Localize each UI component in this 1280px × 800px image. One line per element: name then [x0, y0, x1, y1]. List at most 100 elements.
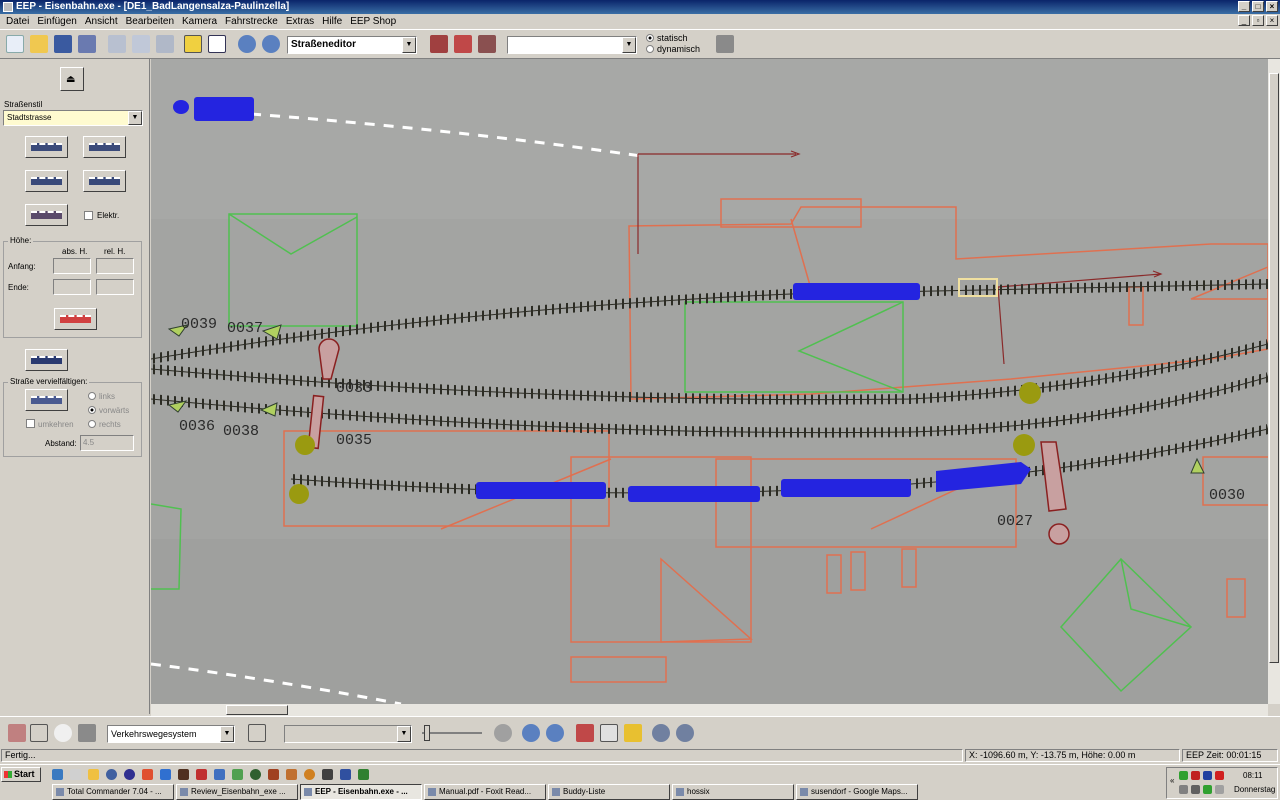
road-duplicate-button[interactable] — [25, 349, 68, 371]
cube-icon[interactable] — [624, 724, 642, 742]
quicklaunch-icon[interactable] — [196, 769, 207, 780]
info-icon[interactable] — [208, 35, 226, 53]
distance-input[interactable]: 4.5 — [80, 435, 134, 451]
task-eep[interactable]: EEP - Eisenbahn.exe - ... — [300, 784, 422, 800]
start-abs-height-input[interactable] — [53, 258, 91, 274]
quicklaunch-icon[interactable] — [340, 769, 351, 780]
tray-icon[interactable] — [1179, 771, 1188, 780]
menu-hilfe[interactable]: Hilfe — [318, 14, 346, 29]
tray-icon[interactable] — [1203, 785, 1212, 794]
bulb-icon[interactable] — [54, 724, 72, 742]
chevron-left-icon[interactable]: « — [1170, 776, 1174, 785]
electric-checkbox[interactable] — [84, 211, 93, 220]
quicklaunch-icon[interactable] — [178, 769, 189, 780]
tray-icon[interactable] — [1203, 771, 1212, 780]
track-plan[interactable]: 0039 0037 0033 0035 0036 0038 0027 0030 — [151, 59, 1268, 704]
bar-icon[interactable] — [8, 724, 26, 742]
apply-height-button[interactable] — [54, 308, 97, 330]
quicklaunch-icon[interactable] — [142, 769, 153, 780]
end-rel-height-input[interactable] — [96, 279, 134, 295]
menu-fahrstrecke[interactable]: Fahrstrecke — [221, 14, 282, 29]
radio-static[interactable]: statisch — [646, 33, 700, 44]
tray-icon[interactable] — [1179, 785, 1188, 794]
doc-minimize-button[interactable]: _ — [1238, 15, 1250, 26]
maximize-button[interactable]: □ — [1252, 1, 1264, 12]
radio-dynamic[interactable]: dynamisch — [646, 44, 700, 55]
camera-icon[interactable] — [494, 724, 512, 742]
close-button[interactable]: × — [1266, 1, 1278, 12]
menu-datei[interactable]: Datei — [2, 14, 33, 29]
train-tool-icon[interactable] — [576, 724, 594, 742]
road-delete-button[interactable] — [25, 204, 68, 226]
crosshair-icon[interactable] — [248, 724, 266, 742]
quicklaunch-icon[interactable] — [52, 769, 63, 780]
horizontal-scrollbar[interactable] — [151, 704, 1268, 716]
open-folder-icon[interactable] — [30, 35, 48, 53]
quicklaunch-icon[interactable] — [322, 769, 333, 780]
editor-select[interactable]: Straßeneditor ▼ — [287, 36, 417, 54]
duplicate-apply-button[interactable] — [25, 389, 68, 411]
zoom-out-icon[interactable] — [262, 35, 280, 53]
task-hossix[interactable]: hossix — [672, 784, 794, 800]
radio-left[interactable]: links — [88, 390, 115, 402]
new-file-icon[interactable] — [6, 35, 24, 53]
save-as-icon[interactable] — [78, 35, 96, 53]
radio-forward[interactable]: vorwärts — [88, 404, 129, 416]
zoom-out-icon[interactable] — [522, 724, 540, 742]
menu-ansicht[interactable]: Ansicht — [81, 14, 122, 29]
quicklaunch-icon[interactable] — [304, 769, 315, 780]
curve-icon[interactable] — [78, 724, 96, 742]
task-google-maps[interactable]: susendorf - Google Maps... — [796, 784, 918, 800]
system-select[interactable]: Verkehrswegesystem ▼ — [107, 725, 235, 743]
vertical-scrollbar[interactable] — [1268, 59, 1280, 704]
reverse-checkbox[interactable] — [26, 419, 35, 428]
zoom-in-icon[interactable] — [546, 724, 564, 742]
tray-icon[interactable] — [1215, 785, 1224, 794]
quicklaunch-icon[interactable] — [286, 769, 297, 780]
task-review[interactable]: Review_Eisenbahn_exe ... — [176, 784, 298, 800]
tray-icon[interactable] — [1191, 785, 1200, 794]
route-icon[interactable] — [478, 35, 496, 53]
doc-restore-button[interactable]: ▫ — [1252, 15, 1264, 26]
copy-icon[interactable] — [132, 35, 150, 53]
edit-icon[interactable] — [600, 724, 618, 742]
cut-icon[interactable] — [108, 35, 126, 53]
doc-close-button[interactable]: × — [1266, 15, 1278, 26]
slider-thumb[interactable] — [424, 725, 430, 741]
road-straight-button[interactable] — [25, 136, 68, 158]
road-style-select[interactable]: Stadtstrasse ▼ — [3, 110, 143, 126]
signal-icon[interactable] — [454, 35, 472, 53]
train-icon[interactable] — [430, 35, 448, 53]
undo-icon[interactable] — [652, 724, 670, 742]
menu-extras[interactable]: Extras — [282, 14, 318, 29]
quicklaunch-icon[interactable] — [268, 769, 279, 780]
menu-bearbeiten[interactable]: Bearbeiten — [122, 14, 178, 29]
road-object-button[interactable] — [83, 136, 126, 158]
tray-icon[interactable] — [1191, 771, 1200, 780]
quicklaunch-icon[interactable] — [124, 769, 135, 780]
tray-icon[interactable] — [1215, 771, 1224, 780]
task-manual[interactable]: Manual.pdf - Foxit Read... — [424, 784, 546, 800]
map-viewport[interactable]: 0039 0037 0033 0035 0036 0038 0027 0030 — [151, 59, 1268, 704]
menu-kamera[interactable]: Kamera — [178, 14, 221, 29]
quicklaunch-icon[interactable] — [232, 769, 243, 780]
layer-icon[interactable] — [184, 35, 202, 53]
text-tool-icon[interactable] — [30, 724, 48, 742]
slider-track[interactable] — [422, 732, 482, 734]
quicklaunch-icon[interactable] — [214, 769, 225, 780]
quicklaunch-icon[interactable] — [106, 769, 117, 780]
tools-icon[interactable] — [716, 35, 734, 53]
eject-button[interactable]: ⏏ — [60, 67, 84, 91]
redo-icon[interactable] — [676, 724, 694, 742]
save-icon[interactable] — [54, 35, 72, 53]
task-buddy-list[interactable]: Buddy-Liste — [548, 784, 670, 800]
secondary-select[interactable]: ▼ — [284, 725, 412, 743]
menu-eep-shop[interactable]: EEP Shop — [346, 14, 400, 29]
minimize-button[interactable]: _ — [1238, 1, 1250, 12]
quicklaunch-icon[interactable] — [250, 769, 261, 780]
quicklaunch-icon[interactable] — [358, 769, 369, 780]
task-total-commander[interactable]: Total Commander 7.04 - ... — [52, 784, 174, 800]
start-rel-height-input[interactable] — [96, 258, 134, 274]
end-abs-height-input[interactable] — [53, 279, 91, 295]
road-info-button[interactable] — [83, 170, 126, 192]
